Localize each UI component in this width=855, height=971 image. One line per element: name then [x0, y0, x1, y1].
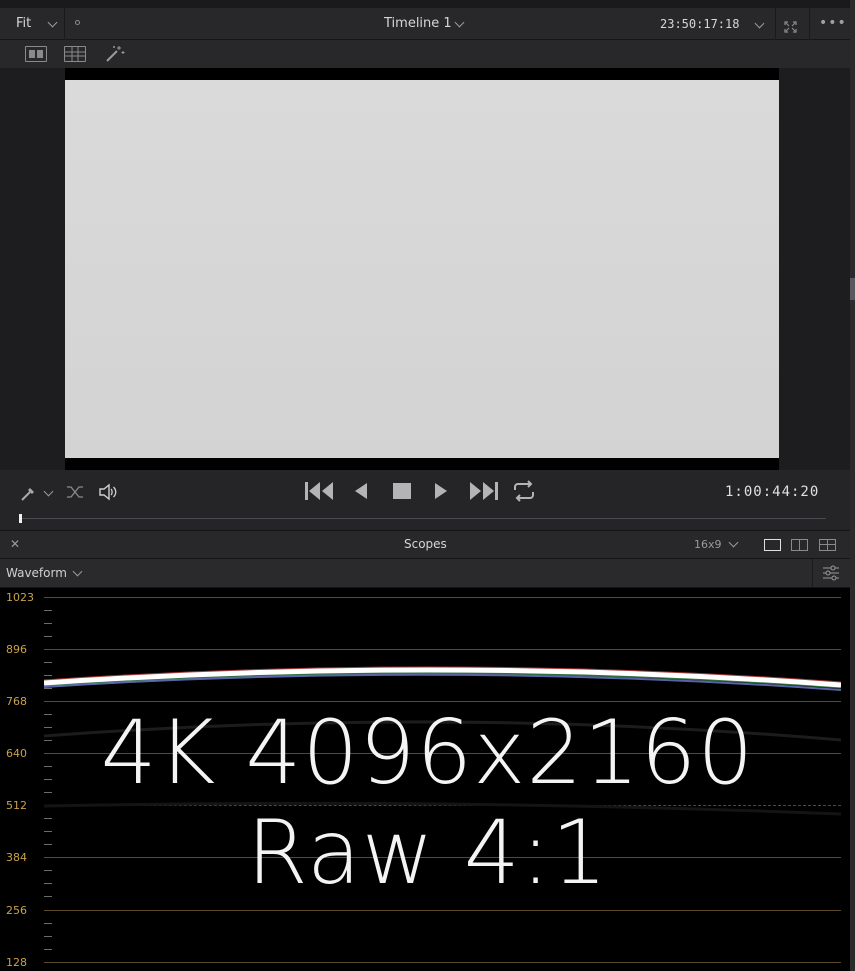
play-reverse-icon[interactable] — [353, 482, 369, 500]
skip-to-start-icon[interactable] — [304, 481, 336, 501]
viewer-sub-toolbar — [0, 40, 850, 68]
chevron-down-icon — [454, 17, 465, 28]
chevron-down-icon — [72, 566, 83, 577]
speaker-icon[interactable] — [98, 483, 118, 501]
divider — [812, 559, 813, 588]
scrollbar-thumb[interactable] — [850, 278, 855, 300]
scope-type-label: Waveform — [6, 566, 67, 580]
chevron-down-icon — [754, 18, 765, 29]
aspect-label: 16x9 — [694, 538, 722, 551]
timeline-dropdown[interactable]: Timeline 1 — [384, 16, 465, 31]
format-resolution: 4K 4096x2160 — [100, 701, 755, 804]
more-options-icon[interactable]: ••• — [819, 16, 847, 30]
resolve-viewer-app: Fit Timeline 1 23:50:17:18 ••• 1:00:44:2… — [0, 0, 855, 971]
chevron-down-icon[interactable] — [43, 486, 54, 497]
source-timecode-dropdown[interactable]: 23:50:17:18 — [660, 17, 765, 31]
scopes-toolbar: Waveform — [0, 559, 850, 588]
video-frame — [65, 80, 779, 458]
viewer-top-bar: Fit Timeline 1 23:50:17:18 ••• — [0, 0, 850, 40]
scrub-bar[interactable] — [20, 518, 826, 519]
y-axis-label: 896 — [6, 643, 27, 656]
zoom-label: Fit — [16, 16, 32, 31]
split-view-icon[interactable] — [25, 46, 47, 62]
divider — [775, 8, 776, 40]
y-axis-label: 128 — [6, 956, 27, 969]
waveform-scope: 1023 896 768 640 512 384 256 128 4K 4096… — [0, 588, 850, 971]
playhead-timecode: 1:00:44:20 — [725, 484, 820, 500]
timeline-name: Timeline 1 — [384, 16, 452, 31]
loop-icon[interactable] — [512, 480, 536, 502]
quad-scope-layout-icon[interactable] — [819, 539, 836, 551]
scopes-title: Scopes — [404, 537, 447, 551]
chevron-down-icon — [47, 17, 58, 28]
play-icon[interactable] — [433, 482, 449, 500]
close-icon[interactable]: ✕ — [10, 537, 20, 551]
divider — [809, 8, 810, 40]
format-compression: Raw 4:1 — [246, 801, 609, 904]
source-timecode: 23:50:17:18 — [660, 17, 740, 31]
chevron-down-icon — [728, 537, 739, 548]
grid-view-icon[interactable] — [64, 46, 86, 62]
transport-controls: 1:00:44:20 — [0, 470, 850, 530]
y-axis-label: 256 — [6, 904, 27, 917]
zoom-dropdown[interactable]: Fit — [16, 16, 58, 31]
playhead-handle[interactable] — [19, 514, 22, 523]
shuffle-icon[interactable] — [66, 484, 84, 500]
dual-scope-layout-icon[interactable] — [791, 539, 808, 551]
scopes-panel-header: ✕ Scopes 16x9 — [0, 530, 850, 559]
fullscreen-icon[interactable] — [784, 18, 797, 33]
eyedropper-icon[interactable] — [20, 484, 38, 502]
aspect-dropdown[interactable]: 16x9 — [694, 537, 739, 551]
scope-settings-icon[interactable] — [822, 565, 840, 581]
scope-type-dropdown[interactable]: Waveform — [6, 566, 83, 580]
skip-to-end-icon[interactable] — [468, 481, 500, 501]
dot-icon[interactable] — [75, 20, 80, 25]
y-axis-label: 1023 — [6, 591, 34, 604]
stop-icon[interactable] — [393, 483, 411, 499]
video-viewer[interactable] — [0, 68, 850, 470]
magic-wand-icon[interactable] — [105, 45, 125, 63]
single-scope-layout-icon[interactable] — [764, 539, 781, 551]
divider — [64, 8, 65, 40]
format-overlay-text: 4K 4096x2160 Raw 4:1 — [0, 703, 855, 903]
